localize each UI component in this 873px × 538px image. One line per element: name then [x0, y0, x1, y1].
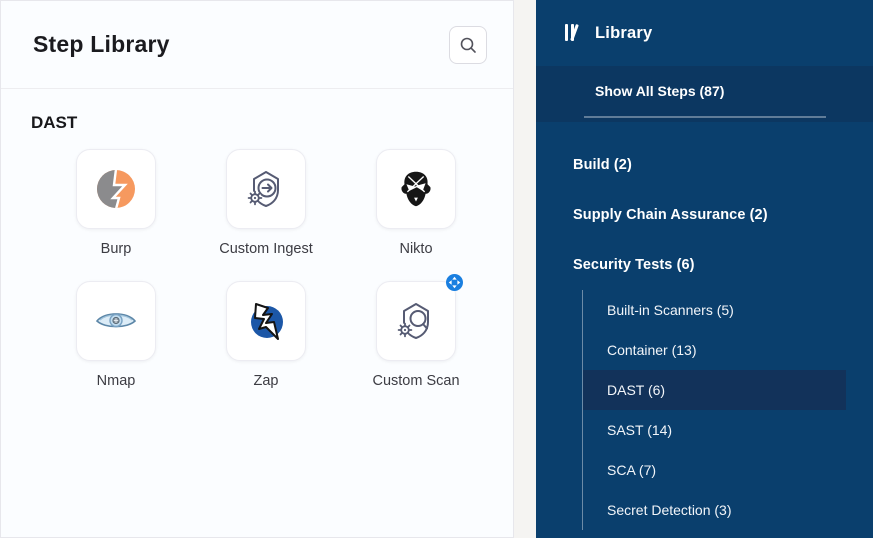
library-header: Library: [536, 0, 873, 66]
tile-card[interactable]: [376, 149, 456, 229]
section-heading-dast: DAST: [31, 113, 513, 133]
step-library-screen: Step Library DAST: [0, 0, 873, 538]
zap-lightning-icon: [241, 296, 291, 346]
sub-item-container[interactable]: Container (13): [583, 330, 846, 370]
show-all-underline: [584, 116, 826, 118]
burp-logo-icon: [92, 165, 140, 213]
sub-item-sast[interactable]: SAST (14): [583, 410, 846, 450]
tile-card[interactable]: [226, 281, 306, 361]
panel-header: Step Library: [1, 1, 513, 89]
step-tile-custom-ingest[interactable]: Custom Ingest: [191, 149, 341, 257]
security-tests-sublist: Built-in Scanners (5) Container (13) DAS…: [582, 290, 873, 530]
tile-label: Custom Scan: [372, 373, 459, 389]
library-icon: [564, 24, 584, 42]
nav-item-build[interactable]: Build (2): [536, 140, 873, 190]
search-icon: [458, 35, 478, 55]
step-library-panel: Step Library DAST: [0, 0, 514, 538]
nikto-mask-icon: [393, 166, 439, 212]
tile-card[interactable]: [376, 281, 456, 361]
search-button[interactable]: [449, 26, 487, 64]
show-all-steps-label: Show All Steps (87): [536, 66, 873, 99]
nmap-eye-icon: [90, 297, 142, 345]
step-tile-nikto[interactable]: Nikto: [341, 149, 491, 257]
tile-card[interactable]: [226, 149, 306, 229]
nav-item-supply-chain-assurance[interactable]: Supply Chain Assurance (2): [536, 190, 873, 240]
tile-label: Zap: [254, 373, 279, 389]
sub-item-dast[interactable]: DAST (6): [583, 370, 846, 410]
tile-label: Burp: [101, 241, 132, 257]
tile-card[interactable]: [76, 281, 156, 361]
panel-gap: [514, 0, 536, 538]
step-tile-nmap[interactable]: Nmap: [41, 281, 191, 389]
shield-search-gear-icon: [392, 297, 440, 345]
sub-item-secret-detection[interactable]: Secret Detection (3): [583, 490, 846, 530]
step-tile-grid: Burp: [41, 149, 513, 389]
tile-label: Custom Ingest: [219, 241, 313, 257]
show-all-steps-item[interactable]: Show All Steps (87): [536, 66, 873, 122]
move-badge-icon: [446, 274, 463, 291]
page-title: Step Library: [33, 31, 170, 58]
library-sidebar: Library Show All Steps (87) Build (2) Su…: [536, 0, 873, 538]
sub-item-built-in-scanners[interactable]: Built-in Scanners (5): [583, 290, 846, 330]
step-tile-custom-scan[interactable]: Custom Scan: [341, 281, 491, 389]
library-title: Library: [595, 24, 652, 43]
nav-item-security-tests[interactable]: Security Tests (6): [536, 240, 873, 290]
sub-item-sca[interactable]: SCA (7): [583, 450, 846, 490]
tile-label: Nmap: [97, 373, 136, 389]
step-tile-zap[interactable]: Zap: [191, 281, 341, 389]
category-nav: Build (2) Supply Chain Assurance (2) Sec…: [536, 122, 873, 530]
tile-card[interactable]: [76, 149, 156, 229]
tile-label: Nikto: [399, 241, 432, 257]
shield-arrow-gear-icon: [242, 165, 290, 213]
step-tile-burp[interactable]: Burp: [41, 149, 191, 257]
